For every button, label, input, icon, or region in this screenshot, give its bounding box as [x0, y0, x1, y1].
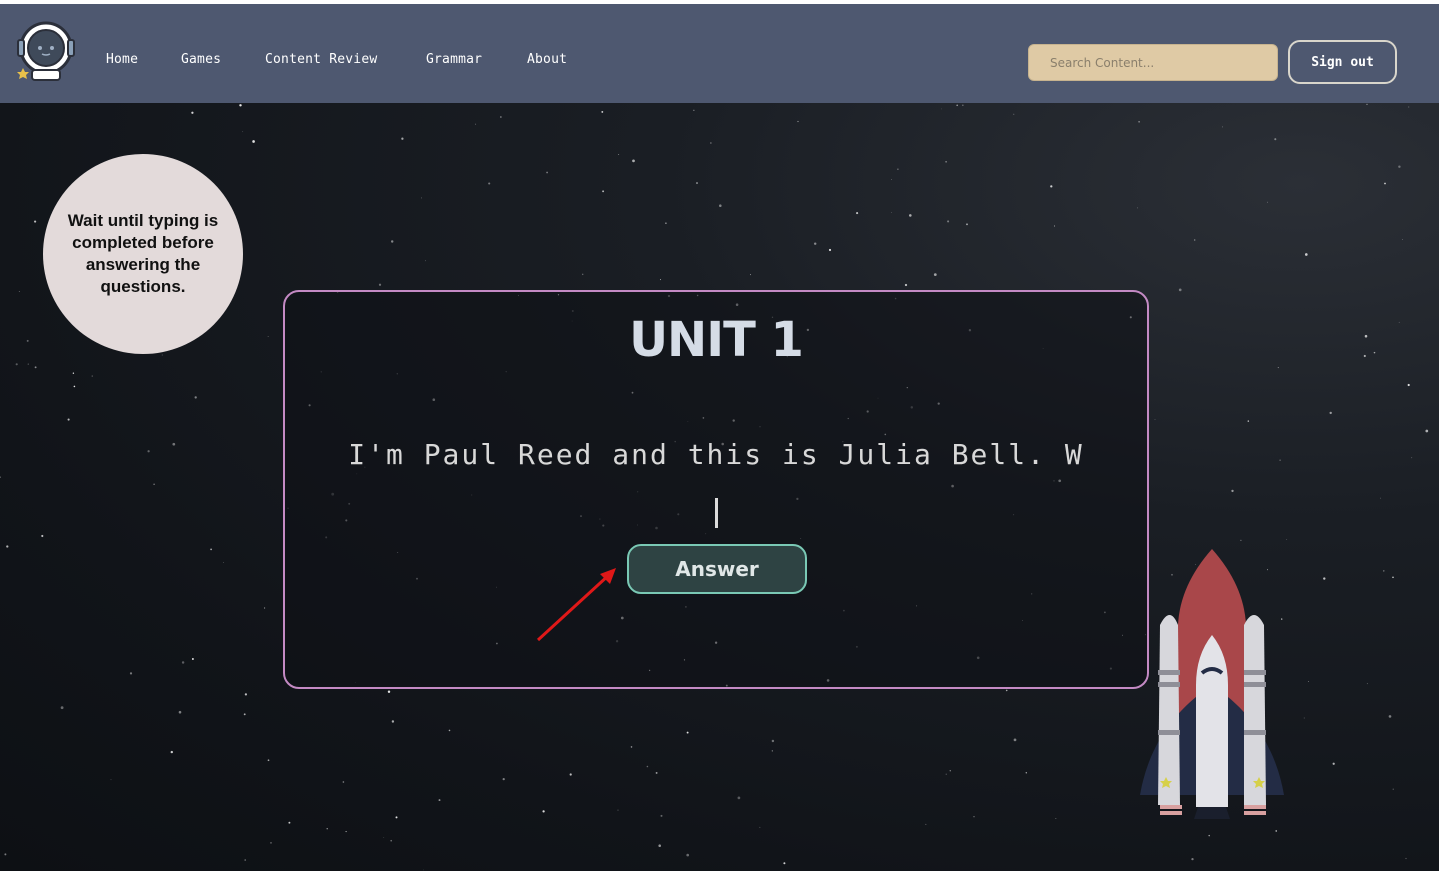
navbar: Home Games Content Review Grammar About …	[0, 4, 1439, 103]
nav-games[interactable]: Games	[181, 52, 221, 67]
nav-content-review[interactable]: Content Review	[265, 52, 377, 67]
typed-sentence: I'm Paul Reed and this is Julia Bell. W	[348, 438, 1084, 471]
typing-hint-text: Wait until typing is completed before an…	[67, 211, 219, 296]
astronaut-logo-icon[interactable]	[14, 18, 78, 82]
typing-hint-bubble: Wait until typing is completed before an…	[43, 154, 243, 354]
search-input[interactable]	[1028, 44, 1278, 81]
space-background: Wait until typing is completed before an…	[0, 103, 1439, 871]
nav-grammar[interactable]: Grammar	[426, 52, 482, 67]
typing-cursor	[715, 498, 718, 528]
nav-about[interactable]: About	[527, 52, 567, 67]
sign-out-button[interactable]: Sign out	[1288, 40, 1397, 84]
answer-button[interactable]: Answer	[627, 544, 807, 594]
rocket-icon	[1140, 549, 1284, 819]
red-arrow-annotation	[536, 568, 616, 642]
unit-title: UNIT 1	[629, 312, 804, 368]
unit-card: UNIT 1 I'm Paul Reed and this is Julia B…	[283, 290, 1149, 689]
nav-home[interactable]: Home	[106, 52, 138, 67]
